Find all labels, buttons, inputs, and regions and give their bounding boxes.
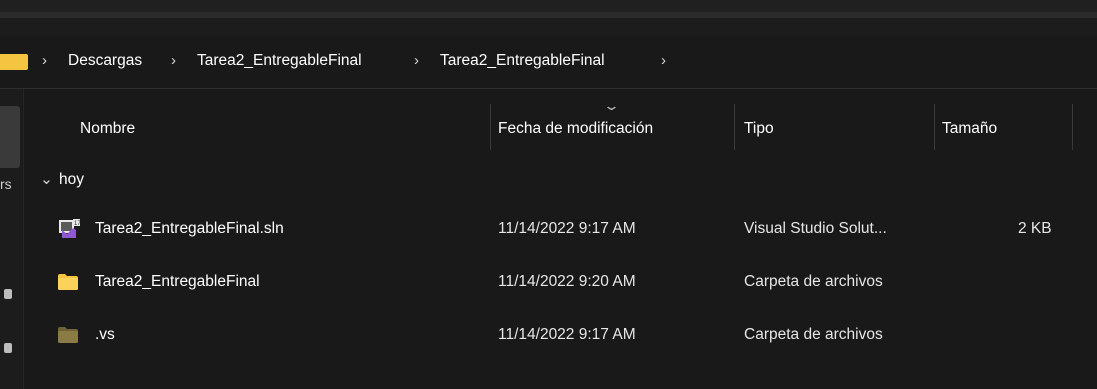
navigation-pane-selected-item[interactable] [0, 106, 20, 168]
folder-icon [0, 54, 28, 70]
group-header-today[interactable]: ⌄ hoy [40, 168, 84, 192]
column-divider[interactable] [490, 104, 491, 150]
file-row[interactable]: 17 Tarea2_EntregableFinal.sln 11/14/2022… [40, 209, 1080, 249]
breadcrumb-item-tarea2[interactable]: Tarea2_EntregableFinal [197, 36, 362, 88]
breadcrumb-separator[interactable]: › [414, 36, 419, 88]
file-row[interactable]: Tarea2_EntregableFinal 11/14/2022 9:20 A… [40, 262, 1080, 302]
breadcrumb-separator[interactable]: › [171, 36, 176, 88]
file-name[interactable]: Tarea2_EntregableFinal.sln [95, 209, 284, 249]
breadcrumb-item-tarea2-current[interactable]: Tarea2_EntregableFinal [440, 36, 605, 88]
file-type: Carpeta de archivos [744, 326, 883, 343]
column-header-name[interactable]: Nombre [80, 112, 135, 146]
file-size: 2 KB [1018, 220, 1052, 237]
file-type: Visual Studio Solut... [744, 220, 887, 237]
visual-studio-solution-icon: 17 [59, 219, 80, 238]
file-name[interactable]: .vs [95, 315, 115, 355]
pane-divider [23, 89, 24, 389]
column-header-type[interactable]: Tipo [744, 112, 774, 146]
column-header-modified[interactable]: Fecha de modificación [498, 112, 653, 146]
svg-text:17: 17 [74, 221, 80, 227]
file-type: Carpeta de archivos [744, 273, 883, 290]
file-modified: 11/14/2022 9:20 AM [498, 273, 636, 290]
breadcrumb-separator[interactable]: › [661, 36, 666, 88]
breadcrumb-separator[interactable]: › [42, 36, 47, 88]
group-label: hoy [59, 171, 84, 188]
title-bar [0, 0, 1097, 12]
pin-icon [4, 289, 12, 299]
pin-icon [4, 343, 12, 353]
column-header-size[interactable]: Tamaño [942, 112, 997, 146]
file-name[interactable]: Tarea2_EntregableFinal [95, 262, 260, 302]
breadcrumb[interactable]: › Descargas › Tarea2_EntregableFinal › T… [0, 36, 1097, 89]
column-divider[interactable] [734, 104, 735, 150]
folder-icon [58, 274, 78, 290]
column-divider[interactable] [934, 104, 935, 150]
file-row[interactable]: .vs 11/14/2022 9:17 AM Carpeta de archiv… [40, 315, 1080, 355]
file-modified: 11/14/2022 9:17 AM [498, 220, 636, 237]
chevron-down-icon: ⌄ [40, 171, 53, 188]
column-divider[interactable] [1072, 104, 1073, 150]
navigation-pane-item-label[interactable]: rs [0, 176, 12, 192]
toolbar-area [0, 18, 1097, 36]
hidden-folder-icon [58, 327, 78, 343]
file-modified: 11/14/2022 9:17 AM [498, 326, 636, 343]
breadcrumb-item-descargas[interactable]: Descargas [68, 36, 142, 88]
